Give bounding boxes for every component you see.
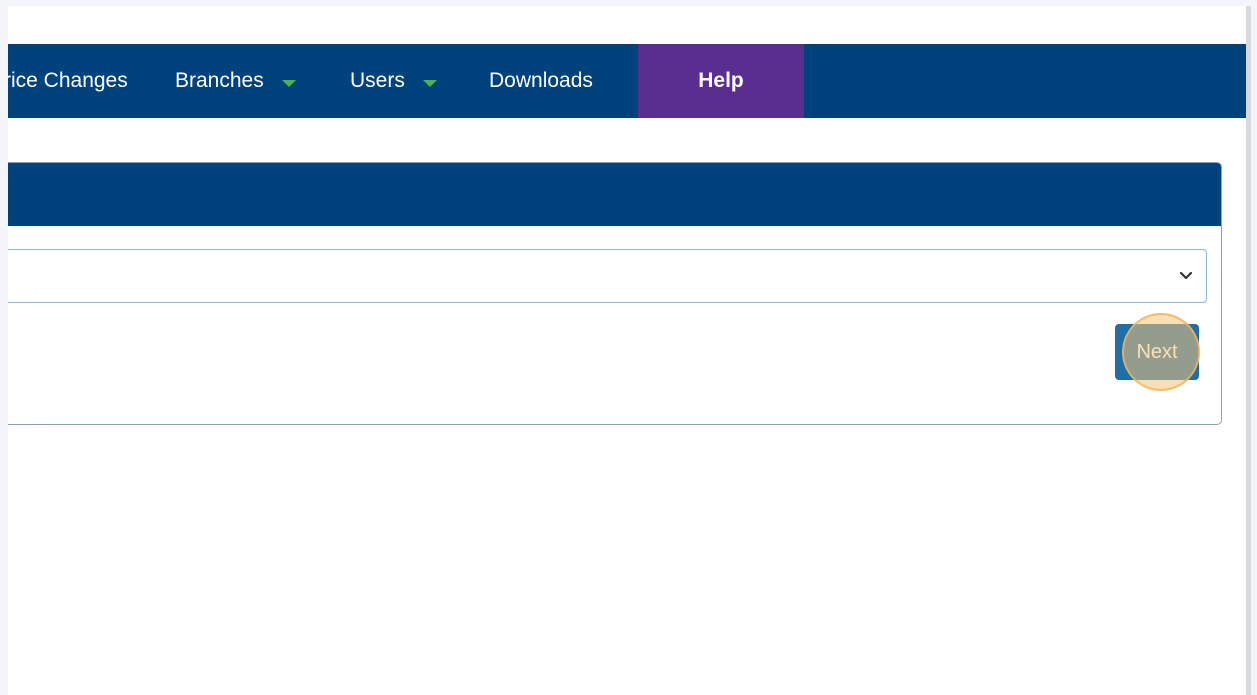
app-window: rice Changes Branches Users Downloads He… bbox=[8, 6, 1246, 695]
nav-item-label: Downloads bbox=[489, 69, 593, 92]
nav-item-label: Help bbox=[698, 69, 744, 92]
form-panel: Next bbox=[8, 162, 1222, 425]
nav-item-price-changes[interactable]: rice Changes bbox=[8, 44, 128, 118]
nav-item-downloads[interactable]: Downloads bbox=[489, 44, 593, 118]
nav-item-label: Users bbox=[350, 69, 405, 92]
vertical-scrollbar[interactable] bbox=[1246, 6, 1251, 695]
nav-item-users[interactable]: Users bbox=[350, 44, 437, 118]
nav-item-branches[interactable]: Branches bbox=[175, 44, 296, 118]
selection-dropdown[interactable] bbox=[8, 249, 1207, 303]
next-button[interactable]: Next bbox=[1115, 324, 1199, 380]
nav-item-label: Branches bbox=[175, 69, 264, 92]
next-button-label: Next bbox=[1136, 340, 1178, 363]
panel-header bbox=[8, 163, 1221, 226]
caret-down-icon bbox=[281, 79, 296, 87]
nav-item-label: rice Changes bbox=[8, 69, 128, 92]
caret-down-icon bbox=[422, 79, 437, 87]
nav-item-help[interactable]: Help bbox=[638, 44, 804, 118]
chevron-down-icon bbox=[1179, 271, 1193, 280]
main-navbar: rice Changes Branches Users Downloads He… bbox=[8, 44, 1246, 118]
